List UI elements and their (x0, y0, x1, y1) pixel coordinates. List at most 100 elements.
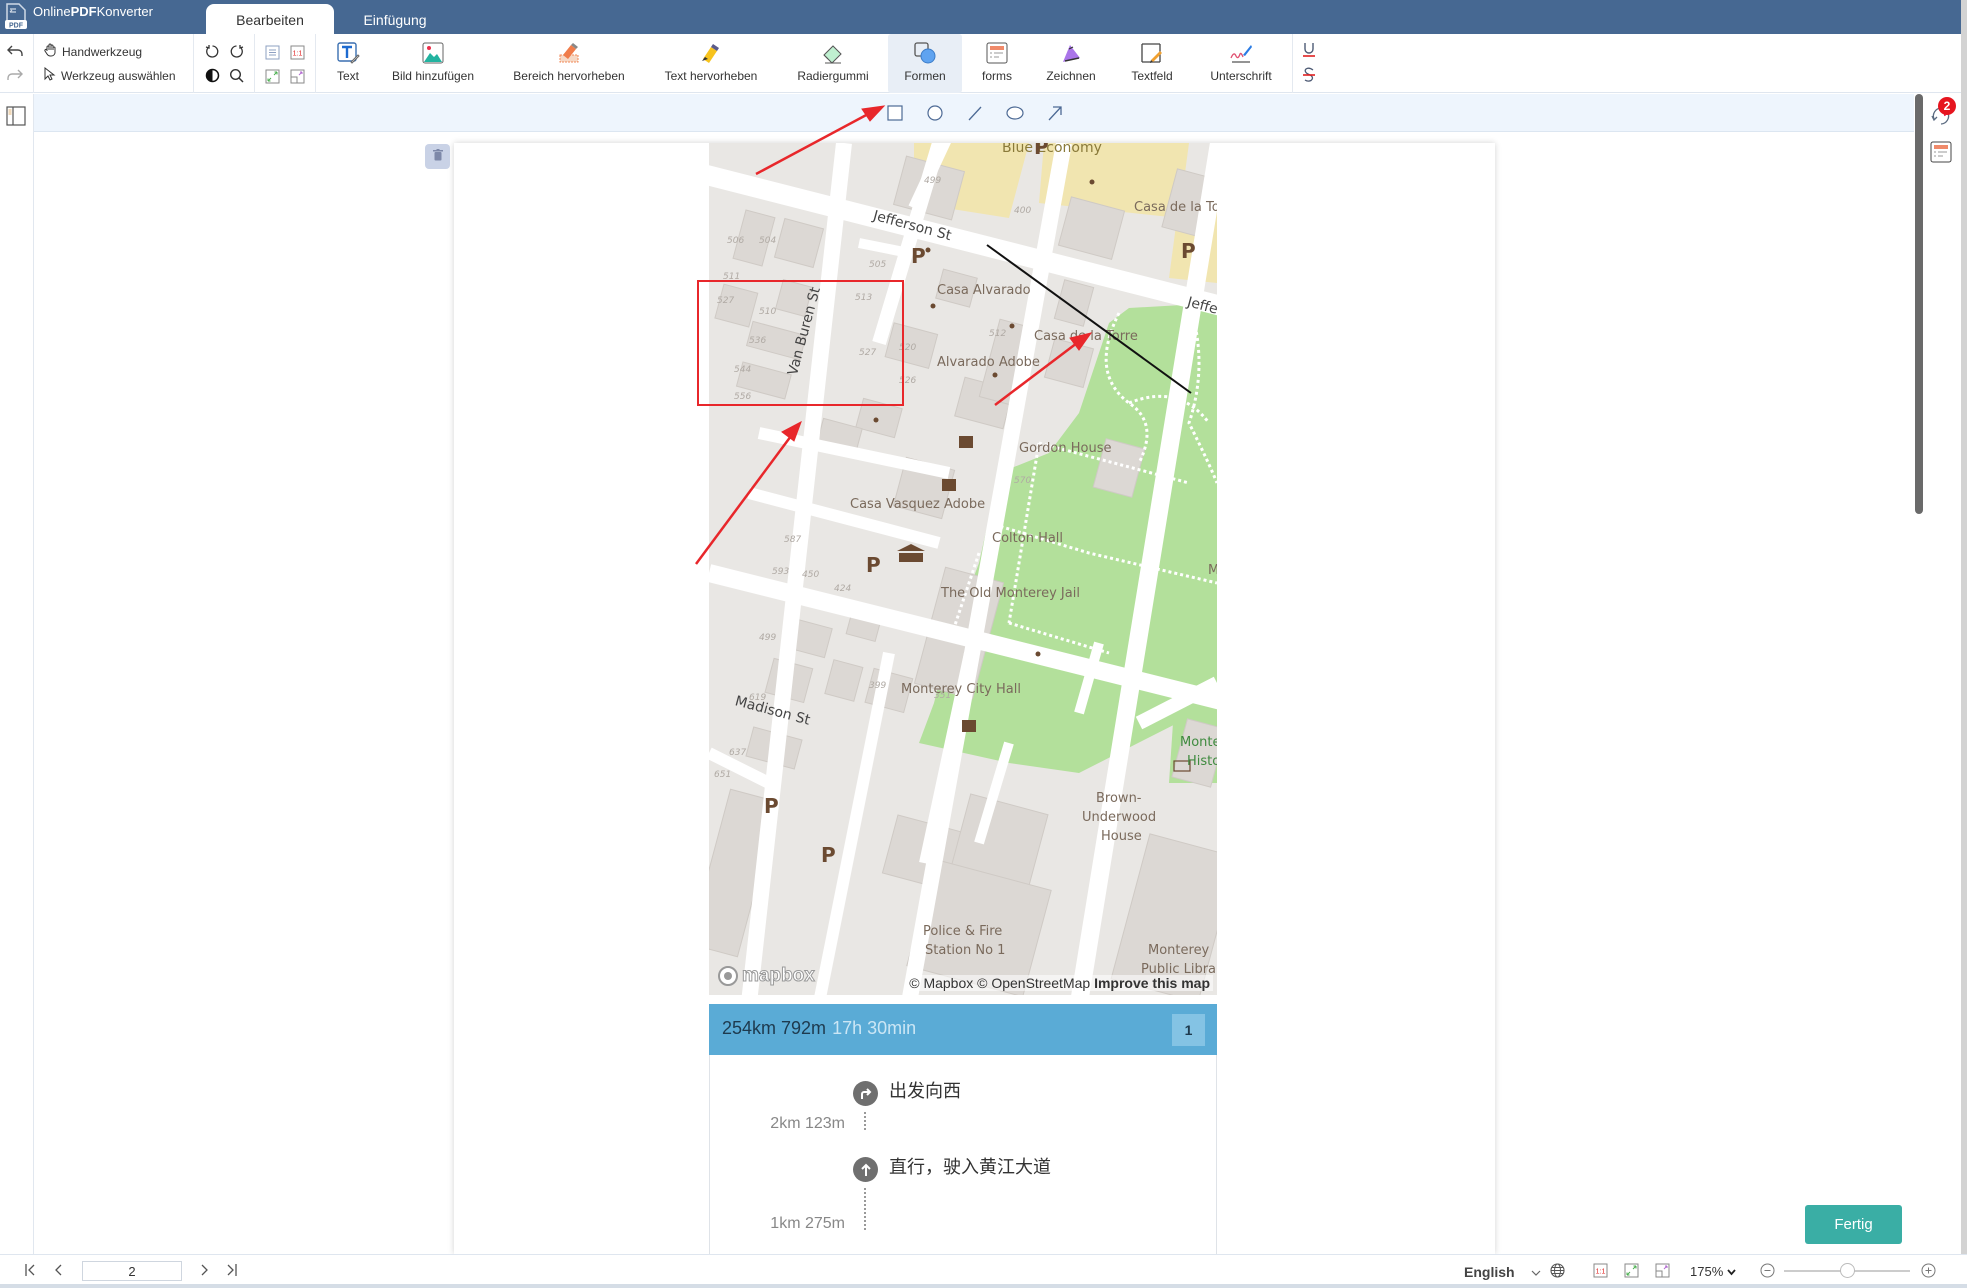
chevron-down-icon (1727, 1269, 1736, 1276)
svg-text:536: 536 (749, 336, 766, 346)
search-icon[interactable] (227, 66, 245, 84)
next-page-icon[interactable] (199, 1263, 209, 1281)
map-label-brown-underwood-2: Underwood (1082, 810, 1157, 825)
title-bar: PDF OnlinePDFKonverter Bearbeiten Einfüg… (0, 0, 1967, 34)
chevron-down-icon[interactable] (1531, 1264, 1541, 1282)
rectangle-shape-button[interactable] (885, 103, 905, 123)
delete-page-button[interactable] (425, 144, 450, 169)
step-distance: 1km 275m (770, 1215, 845, 1232)
svg-text:424: 424 (834, 584, 851, 594)
svg-text:504: 504 (759, 236, 776, 246)
forms-label: forms (982, 69, 1012, 83)
svg-text:527: 527 (859, 348, 876, 358)
attribution-text[interactable]: © Mapbox © OpenStreetMap (909, 975, 1090, 991)
expand-icon[interactable] (288, 67, 306, 85)
window-scrollbar[interactable] (1961, 0, 1967, 1288)
eraser-button[interactable]: Radiergummi (786, 34, 880, 93)
mapbox-logo: mapbox (717, 965, 815, 987)
svg-text:544: 544 (734, 365, 751, 375)
step-instruction: 直行，驶入黄江大道 (889, 1157, 1051, 1178)
svg-text:512: 512 (989, 329, 1006, 339)
area-highlight-button[interactable]: Bereich hervorheben (500, 34, 638, 93)
expand-icon[interactable] (1655, 1263, 1670, 1283)
add-image-label: Bild hinzufügen (391, 69, 475, 83)
map-label-alvarado-adobe: Alvarado Adobe (937, 355, 1040, 370)
zoom-level-select[interactable]: 175% (1690, 1264, 1736, 1279)
fit-page-icon[interactable] (1624, 1263, 1639, 1283)
map-label-old-jail: The Old Monterey Jail (941, 586, 1080, 601)
text-icon (336, 41, 360, 65)
globe-icon[interactable] (1550, 1263, 1565, 1283)
rotate-left-icon[interactable] (203, 42, 221, 60)
language-selector[interactable]: English (1464, 1264, 1515, 1280)
zoom-in-icon[interactable] (1921, 1263, 1936, 1283)
form-panel-icon[interactable] (1930, 141, 1952, 168)
tab-bearbeiten[interactable]: Bearbeiten (206, 4, 334, 34)
page-number-input[interactable] (82, 1261, 182, 1281)
draw-button[interactable]: Zeichnen (1036, 34, 1106, 93)
area-highlight-icon (557, 41, 581, 65)
text-highlight-button[interactable]: Text hervorheben (652, 34, 770, 93)
status-bar: English 1:1 175% (0, 1254, 1967, 1288)
svg-text:526: 526 (899, 376, 916, 386)
text-highlight-label: Text hervorheben (664, 69, 758, 83)
thumbnail-panel-icon[interactable] (6, 106, 26, 131)
textbox-label: Textfeld (1131, 69, 1173, 83)
textbox-button[interactable]: Textfeld (1118, 34, 1186, 93)
shapes-subtoolbar (34, 94, 1914, 132)
hand-tool-button[interactable]: Handwerkzeug (44, 43, 142, 60)
signature-button[interactable]: Unterschrift (1198, 34, 1284, 93)
redo-icon[interactable] (6, 66, 24, 84)
parking-icon: P (866, 553, 881, 577)
image-icon (421, 41, 445, 65)
parking-icon: P (1034, 143, 1049, 159)
step-distance: 2km 123m (770, 1115, 845, 1132)
shapes-button[interactable]: Formen (888, 34, 962, 93)
svg-text:505: 505 (869, 260, 886, 270)
last-page-icon[interactable] (226, 1263, 238, 1281)
svg-text:506: 506 (727, 236, 744, 246)
text-tool-button[interactable]: Text (320, 34, 376, 93)
svg-text:520: 520 (899, 343, 916, 353)
map-image: 499 400 506 504 511 527 510 536 505 513 512 52… (709, 143, 1217, 995)
svg-text:400: 400 (1014, 206, 1031, 216)
scrollbar-thumb[interactable] (1915, 94, 1923, 514)
zoom-slider-handle[interactable] (1839, 1263, 1855, 1278)
line-shape-button[interactable] (965, 103, 985, 123)
zoom-out-icon[interactable] (1760, 1263, 1775, 1283)
hand-icon (44, 43, 57, 60)
route-index-badge[interactable]: 1 (1172, 1014, 1205, 1046)
arrow-shape-button[interactable] (1045, 103, 1065, 123)
parking-icon: P (1181, 239, 1196, 263)
actual-size-icon[interactable]: 1:1 (1593, 1263, 1608, 1283)
shapes-label: Formen (904, 69, 946, 83)
select-tool-button[interactable]: Werkzeug auswählen (44, 66, 176, 84)
svg-text:PDF: PDF (9, 23, 24, 30)
map-label-gordon-house: Gordon House (1019, 441, 1112, 456)
map-label-casa-de-la-torre-right: Casa de la To (1134, 200, 1217, 215)
fit-width-icon[interactable] (263, 43, 281, 61)
undo-icon[interactable] (6, 42, 24, 60)
add-image-button[interactable]: Bild hinzufügen (380, 34, 486, 93)
previous-page-icon[interactable] (54, 1263, 64, 1281)
app-title: OnlinePDFKonverter (33, 4, 153, 19)
actual-size-icon[interactable]: 1:1 (288, 43, 306, 61)
improve-map-link[interactable]: Improve this map (1094, 975, 1210, 991)
rotate-right-icon[interactable] (227, 42, 245, 60)
done-button[interactable]: Fertig (1805, 1205, 1902, 1244)
tab-einfuegung[interactable]: Einfügung (348, 4, 442, 34)
map-label-brown-underwood-3: House (1101, 829, 1142, 844)
map-label-casa-de-la-torre: Casa de la Torre (1034, 329, 1138, 344)
underline-icon[interactable] (1300, 41, 1318, 59)
fit-page-icon[interactable] (263, 67, 281, 85)
route-distance: 254km 792m (722, 1018, 827, 1038)
forms-button[interactable]: forms (968, 34, 1026, 93)
circle-shape-button[interactable] (925, 103, 945, 123)
first-page-icon[interactable] (24, 1263, 36, 1281)
ellipse-shape-button[interactable] (1005, 103, 1025, 123)
turn-right-icon (853, 1081, 878, 1106)
contrast-icon[interactable] (203, 66, 221, 84)
route-summary: 254km 792m 17h 30min (722, 1018, 916, 1039)
right-panel (1925, 94, 1961, 1254)
strikethrough-icon[interactable] (1300, 66, 1318, 84)
